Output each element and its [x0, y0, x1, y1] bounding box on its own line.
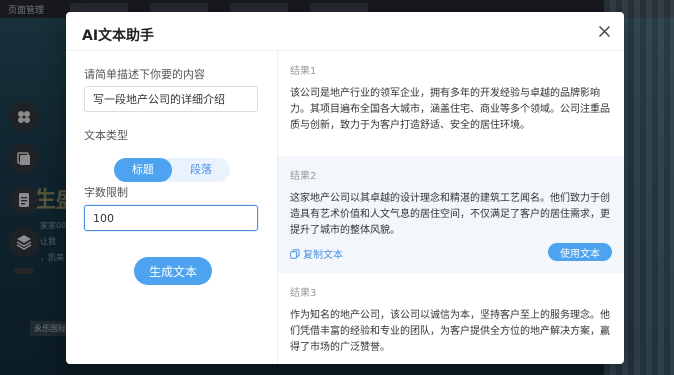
results-panel: 结果1 该公司是地产行业的领军企业，拥有多年的开发经验与卓越的品牌影响力。其项目… — [278, 51, 624, 364]
limit-label: 字数限制 — [84, 186, 128, 199]
word-limit-input[interactable] — [84, 205, 258, 231]
describe-input[interactable] — [84, 86, 258, 112]
result-item[interactable]: 结果2 这家地产公司以其卓越的设计理念和精湛的建筑工艺闻名。他们致力于创造具有艺… — [278, 156, 624, 273]
result-actions: 复制文本 使用文本 — [290, 243, 612, 263]
generate-button[interactable]: 生成文本 — [134, 257, 212, 285]
result-title: 结果1 — [290, 66, 317, 77]
text-type-switch: 标题 段落 — [114, 158, 230, 182]
result-item[interactable]: 结果1 该公司是地产行业的领军企业，拥有多年的开发经验与卓越的品牌影响力。其项目… — [278, 51, 624, 156]
describe-label: 请简单描述下你要的内容 — [84, 68, 205, 81]
type-option-paragraph[interactable]: 段落 — [172, 158, 230, 182]
close-icon[interactable] — [594, 21, 614, 41]
prompt-form: 请简单描述下你要的内容 文本类型 标题 段落 字数限制 生成文本 — [66, 51, 277, 364]
copy-icon — [290, 248, 300, 259]
result-text: 作为知名的地产公司，该公司以诚信为本，坚持客户至上的服务理念。他们凭借丰富的经验… — [290, 310, 610, 353]
use-text-button[interactable]: 使用文本 — [548, 243, 612, 261]
result-item[interactable]: 结果3 作为知名的地产公司，该公司以诚信为本，坚持客户至上的服务理念。他们凭借丰… — [278, 273, 624, 364]
copy-text-label: 复制文本 — [303, 250, 343, 261]
type-option-title[interactable]: 标题 — [114, 158, 172, 182]
result-title: 结果3 — [290, 288, 317, 299]
copy-text-link[interactable]: 复制文本 — [290, 246, 343, 261]
result-text: 这家地产公司以其卓越的设计理念和精湛的建筑工艺闻名。他们致力于创造具有艺术价值和… — [290, 193, 610, 236]
dialog-title: AI文本助手 — [82, 28, 155, 44]
result-title: 结果2 — [290, 171, 317, 182]
ai-text-assistant-dialog: AI文本助手 请简单描述下你要的内容 文本类型 标题 段落 字数限制 生成文本 … — [66, 12, 624, 364]
result-text: 该公司是地产行业的领军企业，拥有多年的开发经验与卓越的品牌影响力。其项目遍布全国… — [290, 88, 610, 131]
type-label: 文本类型 — [84, 129, 128, 142]
